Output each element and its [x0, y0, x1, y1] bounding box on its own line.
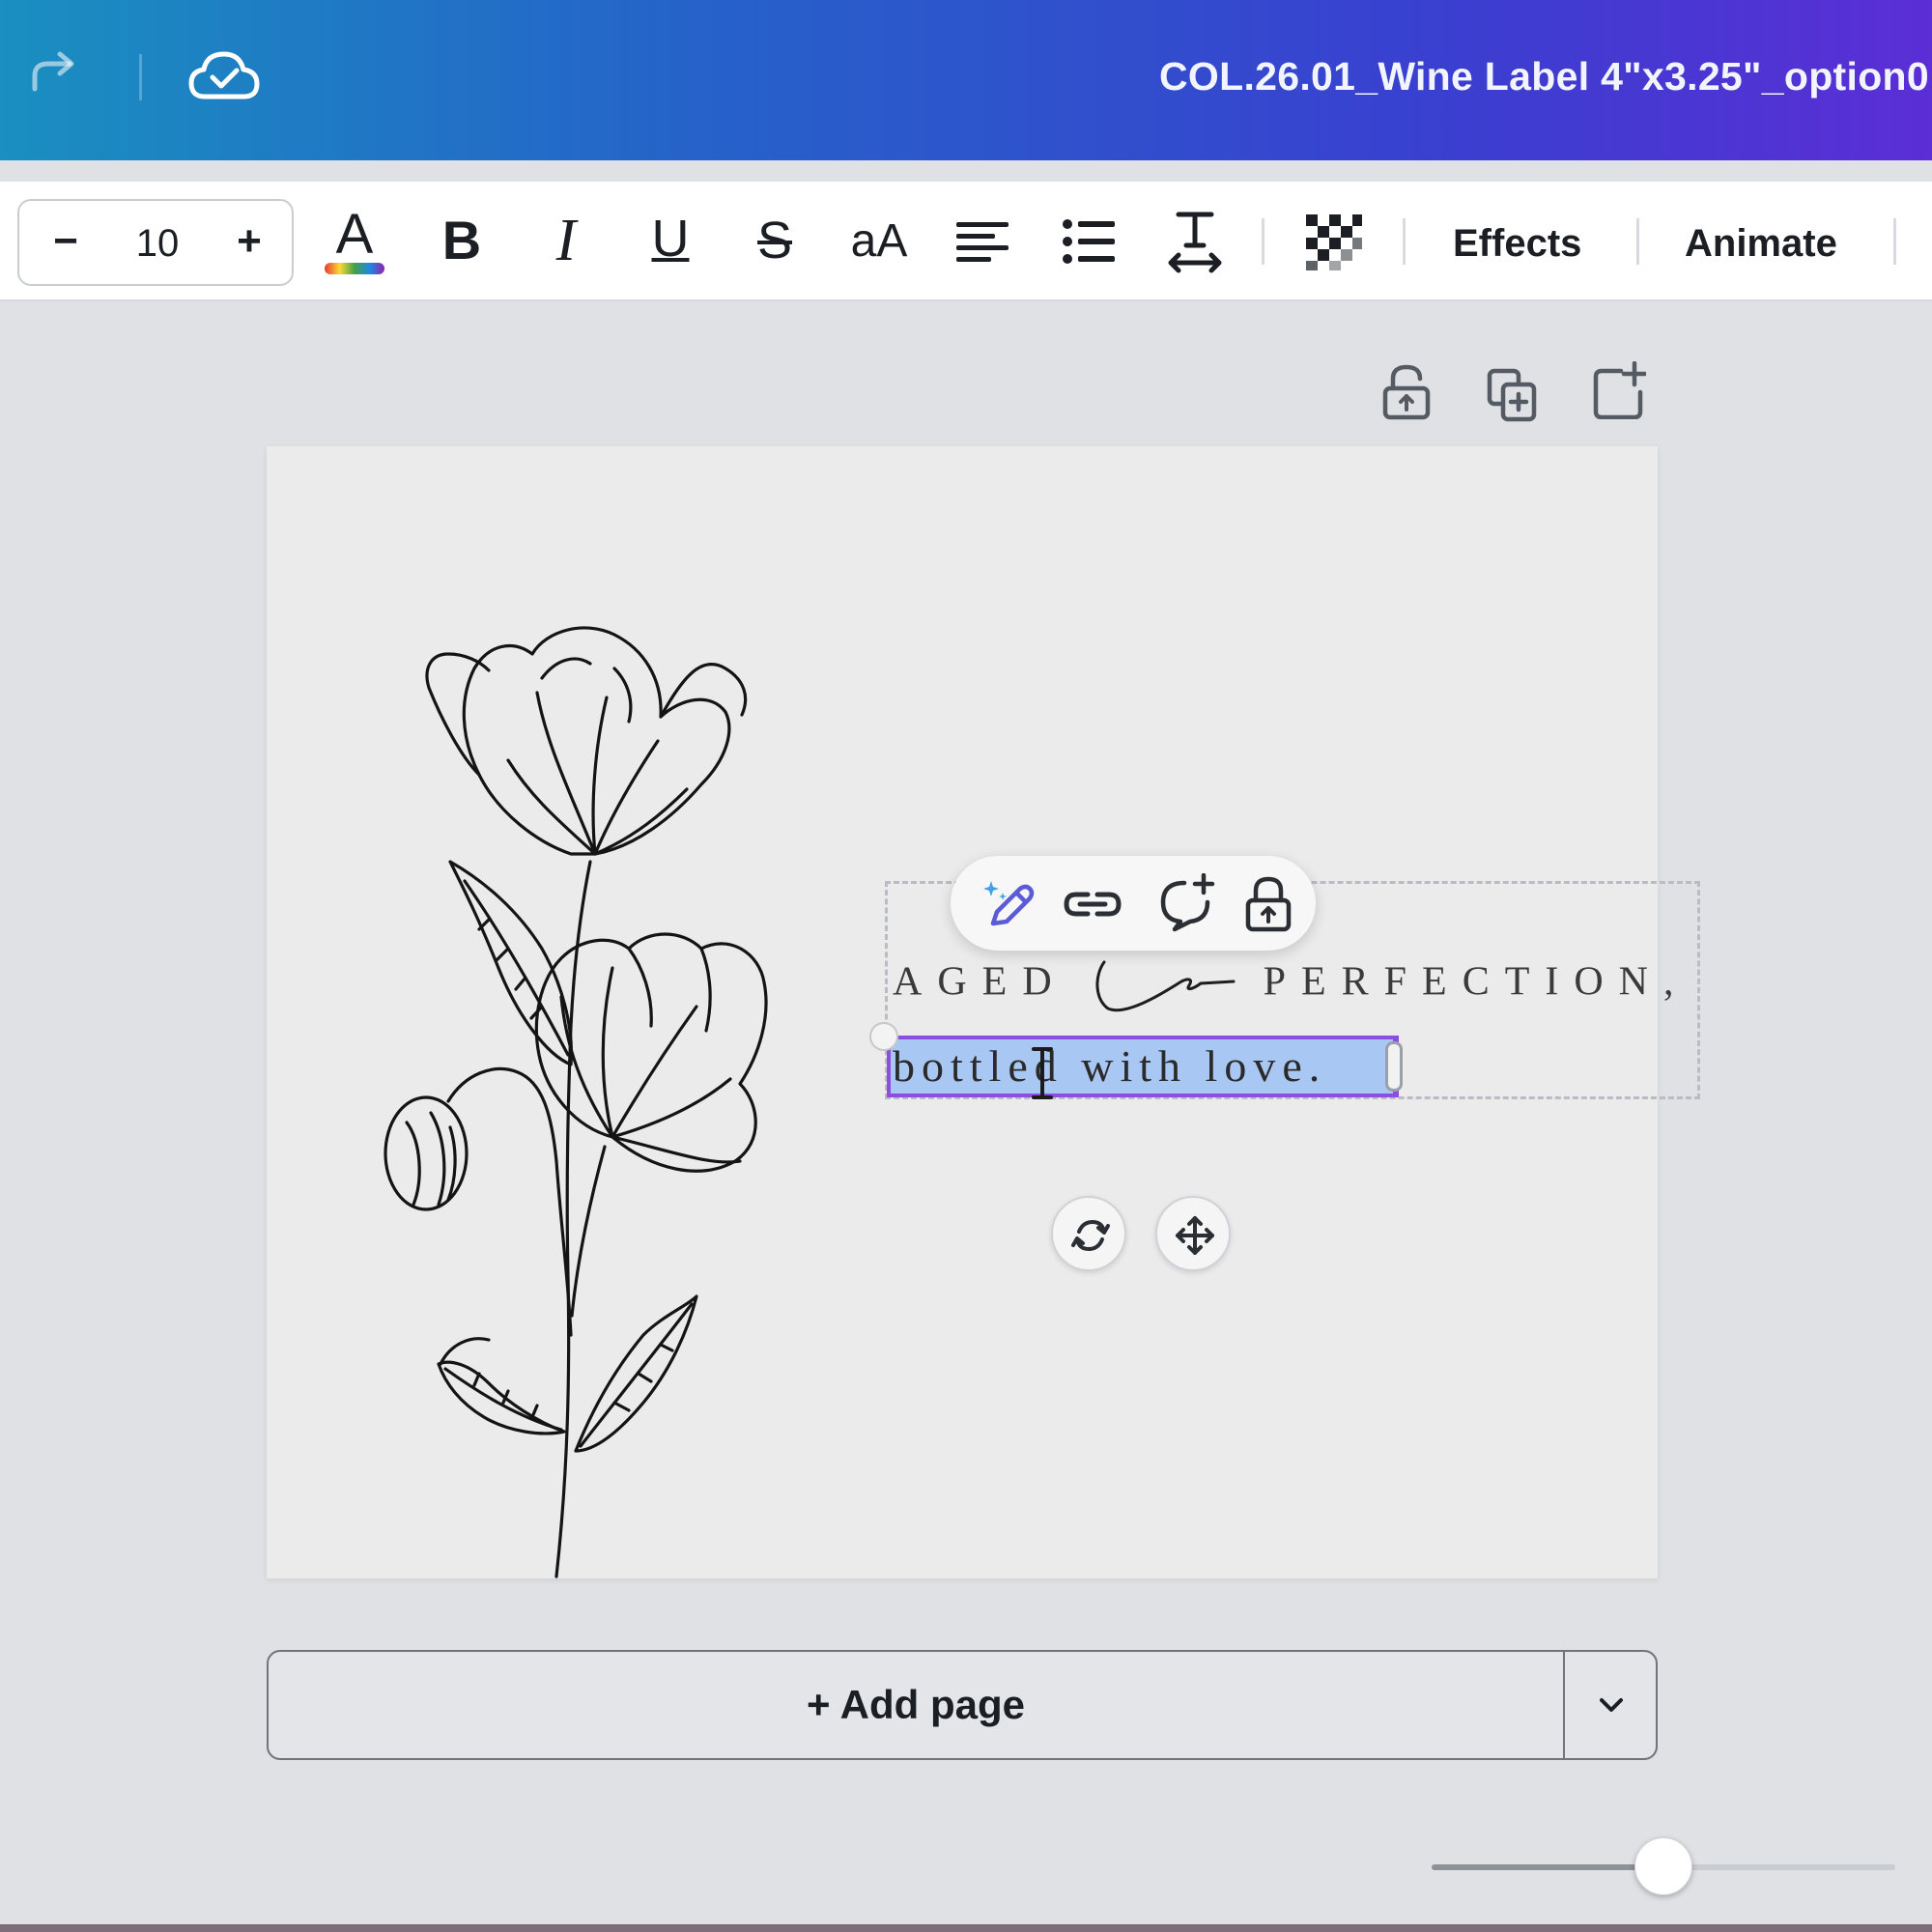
toolbar-divider — [1403, 218, 1406, 265]
element-context-toolbar — [951, 856, 1316, 951]
header-divider — [139, 54, 142, 100]
decrease-font-size-button[interactable]: − — [37, 213, 95, 272]
chevron-down-icon — [1600, 1698, 1623, 1712]
increase-font-size-button[interactable]: + — [220, 213, 278, 272]
add-page-button[interactable]: + Add page — [269, 1652, 1563, 1758]
add-page-dropdown-button[interactable] — [1565, 1652, 1658, 1758]
script-swirl-decoration — [1095, 960, 1236, 1012]
bulleted-list-icon[interactable] — [1061, 207, 1119, 276]
transparency-icon[interactable] — [1304, 207, 1364, 276]
window-bottom-edge — [0, 1924, 1932, 1932]
selection-start-handle[interactable] — [869, 1022, 898, 1051]
move-icon — [1176, 1216, 1214, 1255]
selection-end-handle[interactable] — [1385, 1041, 1403, 1092]
zoom-slider-thumb[interactable] — [1634, 1837, 1692, 1895]
selected-text-line[interactable]: bottled with love. — [893, 1036, 1326, 1097]
italic-button[interactable]: I — [537, 207, 595, 276]
poppy-illustration — [384, 626, 768, 1578]
perfection-text: PERFECTION, — [1263, 959, 1690, 1005]
cloud-saved-icon[interactable] — [185, 43, 263, 112]
effects-button[interactable]: Effects — [1453, 222, 1581, 266]
rotate-icon — [1071, 1219, 1110, 1252]
text-cursor-icon — [1032, 1047, 1053, 1099]
document-title[interactable]: COL.26.01_Wine Label 4"x3.25"_option0 — [1159, 54, 1929, 99]
strikethrough-button[interactable]: S — [746, 207, 804, 276]
underline-button[interactable]: U — [641, 207, 699, 276]
comment-add-icon[interactable] — [1155, 872, 1215, 933]
letter-case-button[interactable]: aA — [842, 207, 916, 276]
top-header: COL.26.01_Wine Label 4"x3.25"_option0 — [0, 0, 1932, 160]
aged-text: AGED — [893, 959, 1067, 1005]
toolbar-divider — [1262, 218, 1264, 265]
letter-spacing-icon[interactable] — [1165, 207, 1225, 276]
add-page-icon[interactable] — [1592, 360, 1648, 420]
duplicate-page-icon[interactable] — [1486, 365, 1540, 423]
move-button[interactable] — [1155, 1196, 1231, 1271]
text-color-letter: A — [335, 203, 374, 266]
rotate-button[interactable] — [1051, 1196, 1126, 1271]
toolbar-divider — [1893, 218, 1896, 265]
design-page[interactable]: AGED PERFECTION, bottled with love. — [267, 446, 1700, 1578]
redo-icon[interactable] — [21, 46, 83, 108]
align-left-icon[interactable] — [954, 207, 1012, 276]
toolbar-divider — [1636, 218, 1639, 265]
text-formatting-toolbar: − 10 + A B I U S aA Effects Animate — [0, 182, 1932, 301]
font-size-input[interactable]: 10 — [114, 222, 201, 266]
lock-page-icon[interactable] — [1379, 363, 1434, 421]
design-text-line-1[interactable]: AGED PERFECTION, — [893, 956, 1690, 1014]
text-color-button[interactable]: A — [319, 203, 390, 276]
link-icon[interactable] — [1063, 873, 1122, 933]
zoom-slider-fill — [1432, 1864, 1663, 1870]
add-page-bar: + Add page — [267, 1650, 1658, 1760]
lock-icon[interactable] — [1238, 873, 1298, 933]
rainbow-color-bar — [325, 263, 384, 274]
animate-button[interactable]: Animate — [1685, 222, 1837, 266]
font-size-stepper: − 10 + — [17, 199, 294, 286]
bold-button[interactable]: B — [433, 207, 491, 276]
magic-edit-icon[interactable] — [978, 873, 1037, 933]
